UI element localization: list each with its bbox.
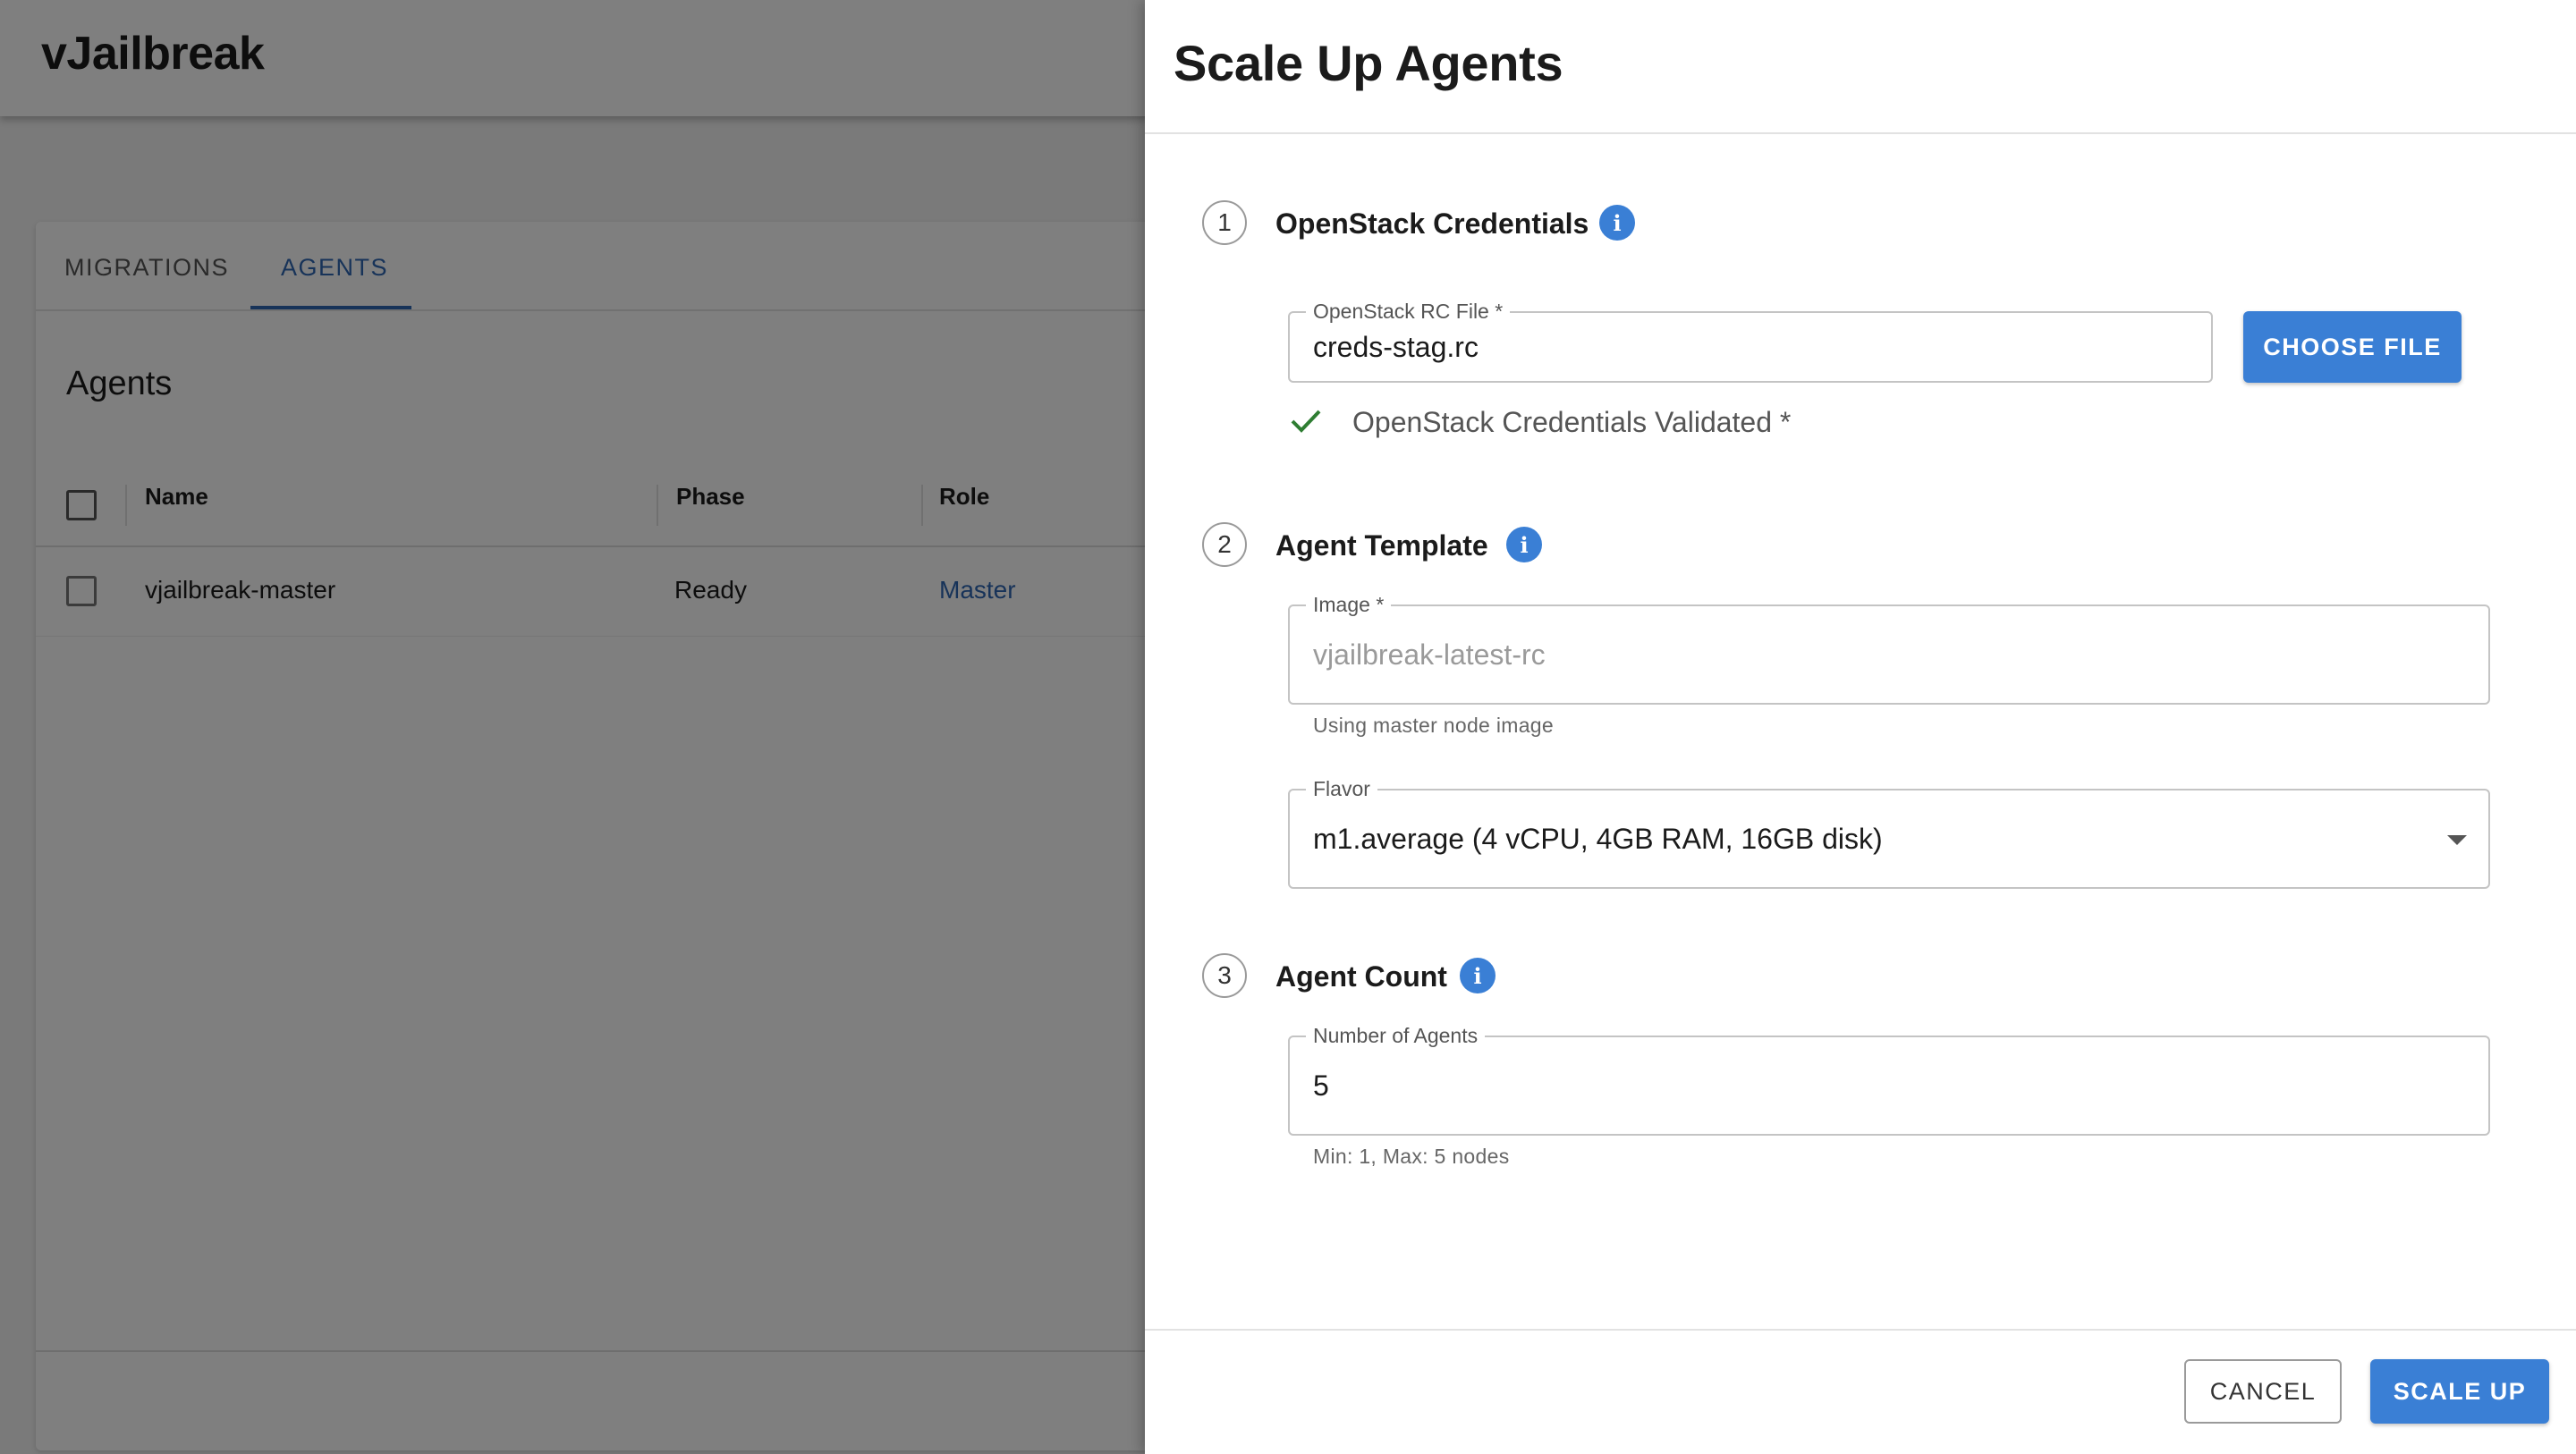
agent-count-input[interactable]: Number of Agents 5 [1288, 1023, 2490, 1136]
scale-up-drawer: Scale Up Agents 1 OpenStack Credentials … [1145, 0, 2576, 1454]
flavor-label: Flavor [1306, 776, 1377, 801]
step-3-number: 3 [1202, 953, 1247, 998]
info-icon[interactable]: i [1460, 958, 1496, 993]
step-2-number: 2 [1202, 522, 1247, 567]
agent-count-label: Number of Agents [1306, 1023, 1486, 1048]
image-label: Image * [1306, 592, 1392, 617]
step-1-title: OpenStack Credentials [1275, 207, 1589, 240]
step-2-title: Agent Template [1275, 529, 1488, 562]
credentials-validated-text: OpenStack Credentials Validated * [1352, 406, 1792, 438]
agent-count-helper-text: Min: 1, Max: 5 nodes [1313, 1145, 1510, 1168]
flavor-value: m1.average (4 vCPU, 4GB RAM, 16GB disk) [1313, 823, 1883, 855]
rc-file-value: creds-stag.rc [1313, 331, 1479, 363]
step-1-number: 1 [1202, 200, 1247, 245]
drawer-title: Scale Up Agents [1174, 35, 1563, 91]
info-icon[interactable]: i [1506, 527, 1542, 562]
cancel-button[interactable]: CANCEL [2184, 1359, 2342, 1424]
image-helper-text: Using master node image [1313, 714, 1554, 737]
drawer-header: Scale Up Agents [1145, 0, 2576, 134]
scale-up-button[interactable]: SCALE UP [2370, 1359, 2549, 1424]
agent-count-value: 5 [1313, 1069, 1329, 1102]
check-icon [1291, 410, 1321, 433]
drawer-footer-divider [1145, 1329, 2576, 1331]
rc-file-label: OpenStack RC File * [1306, 299, 1511, 324]
rc-file-field[interactable]: OpenStack RC File * creds-stag.rc [1288, 299, 2213, 383]
chevron-down-icon[interactable] [2447, 835, 2467, 845]
flavor-select[interactable]: Flavor m1.average (4 vCPU, 4GB RAM, 16GB… [1288, 776, 2490, 889]
choose-file-button[interactable]: CHOOSE FILE [2243, 311, 2462, 383]
image-value: vjailbreak-latest-rc [1313, 638, 1546, 671]
step-3-title: Agent Count [1275, 960, 1447, 993]
image-field: Image * vjailbreak-latest-rc [1288, 592, 2490, 705]
info-icon[interactable]: i [1599, 205, 1635, 241]
